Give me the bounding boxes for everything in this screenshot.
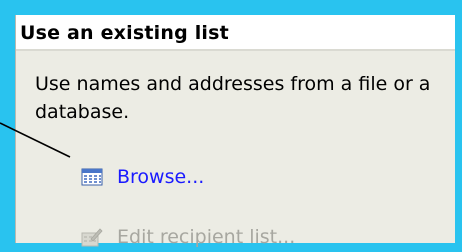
callout-pointer-line bbox=[0, 122, 71, 158]
